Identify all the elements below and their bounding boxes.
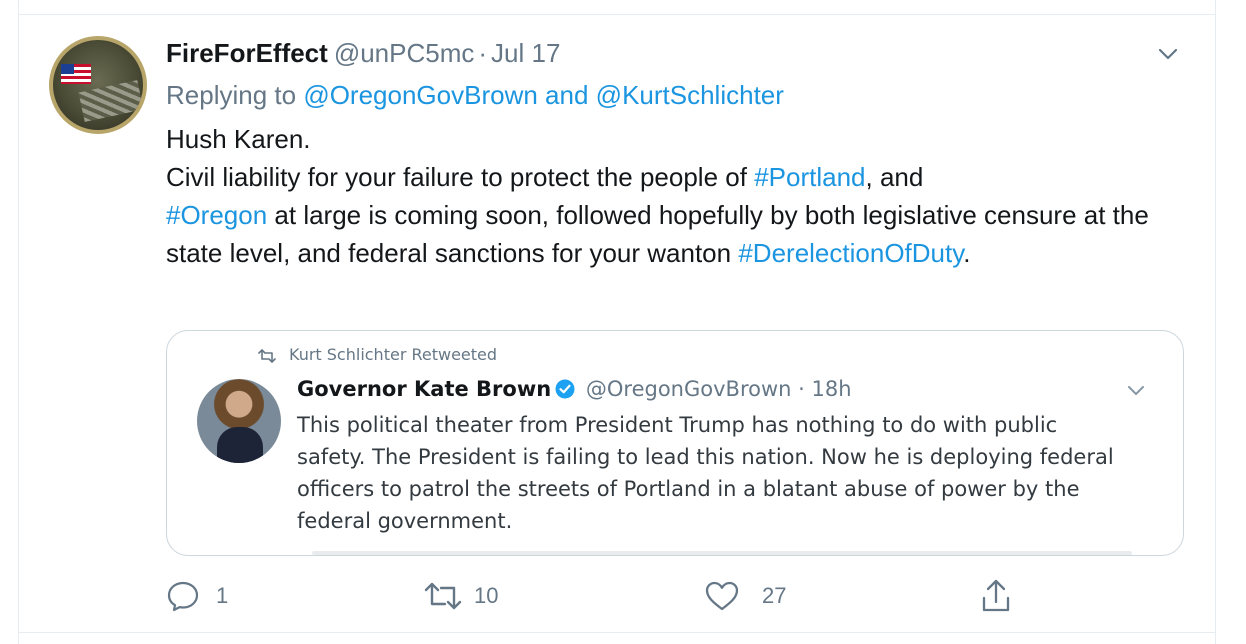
quoted-separator: · xyxy=(798,377,805,401)
hashtag-dereliction[interactable]: #DerelectionOfDuty xyxy=(738,238,963,268)
replying-prefix: Replying to xyxy=(166,80,297,110)
quoted-card-divider xyxy=(312,551,1132,555)
separator-dot: · xyxy=(478,38,488,68)
replying-to: Replying to @OregonGovBrown and @KurtSch… xyxy=(166,80,784,111)
reply-mention-1[interactable]: @OregonGovBrown xyxy=(303,80,538,110)
warship-guns-graphic xyxy=(78,80,143,122)
flag-graphic xyxy=(61,64,91,84)
retweet-icon xyxy=(258,348,276,363)
reply-count: 1 xyxy=(216,583,229,608)
quoted-header: Governor Kate Brown @OregonGovBrown · 18… xyxy=(297,377,852,401)
reply-button[interactable]: 1 xyxy=(166,576,228,616)
display-name[interactable]: FireForEffect xyxy=(166,38,328,68)
bottom-divider xyxy=(19,632,1215,633)
reply-and: and xyxy=(545,80,589,110)
action-bar: 1 10 27 xyxy=(166,576,1166,616)
text-part-a: Civil liability for your failure to prot… xyxy=(166,162,755,192)
retweet-context: Kurt Schlichter Retweeted xyxy=(257,345,497,364)
tweet-paragraph: Civil liability for your failure to prot… xyxy=(166,158,1166,272)
share-icon xyxy=(982,579,1010,612)
quoted-handle[interactable]: @OregonGovBrown xyxy=(586,377,792,401)
retweet-button[interactable]: 10 xyxy=(424,576,498,616)
quoted-tweet-card[interactable]: Kurt Schlichter Retweeted Governor Kate … xyxy=(166,330,1184,556)
retweeted-by-label[interactable]: Kurt Schlichter Retweeted xyxy=(289,345,497,364)
tweet-date[interactable]: Jul 17 xyxy=(491,38,560,68)
retweet-count: 10 xyxy=(474,583,499,608)
tweet-line-1: Hush Karen. xyxy=(166,124,311,154)
reply-mention-2[interactable]: @KurtSchlichter xyxy=(596,80,784,110)
chevron-down-icon[interactable] xyxy=(1157,46,1179,62)
hashtag-oregon[interactable]: #Oregon xyxy=(166,200,267,230)
user-handle[interactable]: @unPC5mc xyxy=(334,38,475,68)
reply-icon xyxy=(167,581,199,612)
quoted-text: This political theater from President Tr… xyxy=(297,413,1114,533)
tweet-body: Hush Karen. Civil liability for your fai… xyxy=(166,120,1166,272)
chevron-down-icon[interactable] xyxy=(1127,385,1145,397)
top-divider xyxy=(19,14,1215,15)
retweet-icon xyxy=(424,582,462,610)
text-part-b: , and xyxy=(865,162,924,192)
text-part-d: . xyxy=(963,238,971,268)
quoted-avatar[interactable] xyxy=(197,379,281,463)
hashtag-portland[interactable]: #Portland xyxy=(754,162,865,192)
like-count: 27 xyxy=(762,583,787,608)
avatar[interactable] xyxy=(49,36,147,134)
quoted-time[interactable]: 18h xyxy=(812,377,852,401)
verified-icon xyxy=(555,379,575,399)
text-part-c: at large is coming soon, followed hopefu… xyxy=(166,200,1149,268)
quoted-display-name[interactable]: Governor Kate Brown xyxy=(297,377,551,401)
tweet-header: FireForEffect @unPC5mc · Jul 17 xyxy=(166,38,560,74)
share-button[interactable] xyxy=(980,576,1012,616)
like-icon xyxy=(705,581,739,611)
like-button[interactable]: 27 xyxy=(704,576,786,616)
